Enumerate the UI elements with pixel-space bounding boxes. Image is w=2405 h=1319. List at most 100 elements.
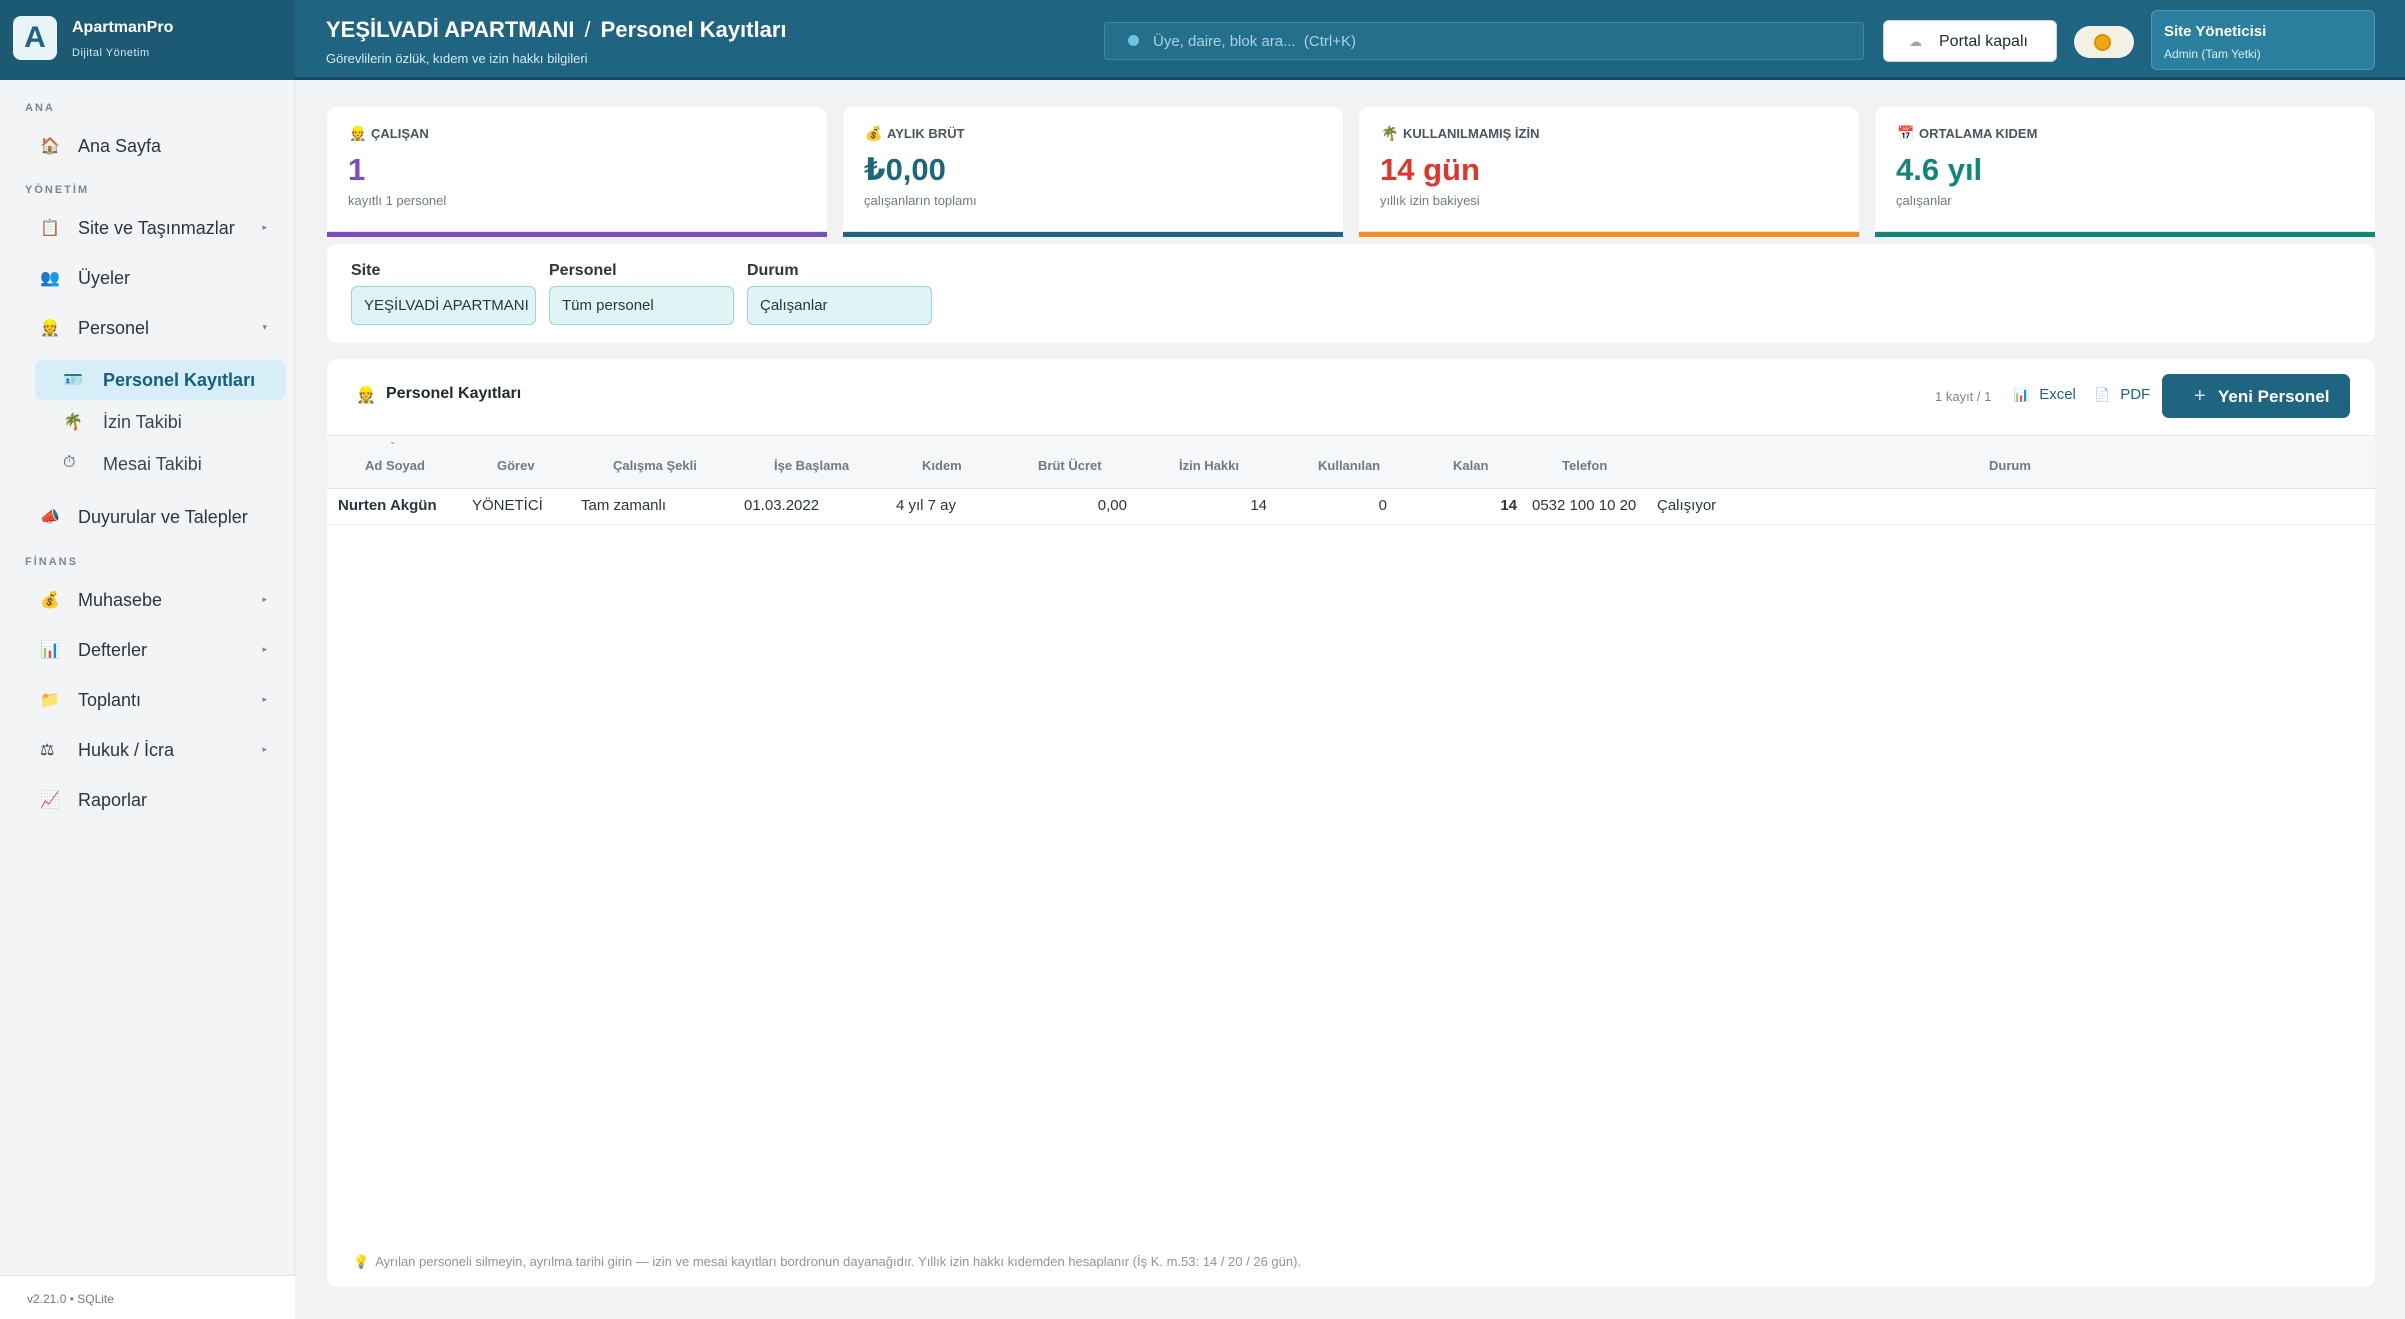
- kpi-value: 14 gün: [1380, 152, 1480, 187]
- portal-label: Portal kapalı: [1939, 33, 2028, 50]
- sort-icon[interactable]: ⌄: [389, 436, 397, 447]
- sidebar-item-ledgers[interactable]: 📊 Defterler ▸: [26, 631, 281, 669]
- kpi-card-monthly-gross: 💰 AYLIK BRÜT ₺0,00 çalışanların toplamı: [843, 107, 1343, 237]
- theme-toggle[interactable]: [2074, 26, 2134, 58]
- sidebar-item-label: Personel Kayıtları: [103, 370, 256, 390]
- brand[interactable]: A ApartmanPro Dijital Yönetim: [0, 0, 295, 80]
- sidebar-item-announcements[interactable]: 📣 Duyurular ve Talepler: [26, 498, 281, 536]
- stopwatch-icon: ⏱: [63, 454, 76, 471]
- column-header-start-date[interactable]: İşe Başlama: [774, 458, 849, 473]
- status-filter-select[interactable]: Çalışanlar: [747, 286, 932, 325]
- chevron-down-icon: ▾: [262, 322, 267, 332]
- cloud-icon: ☁: [1909, 34, 1922, 49]
- kpi-accent-bar: [327, 232, 827, 237]
- global-search[interactable]: [1104, 22, 1864, 60]
- section-label-yonetim: YÖNETİM: [25, 184, 90, 196]
- clipboard-icon: 📋: [40, 220, 60, 237]
- sidebar: ANA 🏠 Ana Sayfa YÖNETİM 📋 Site ve Taşınm…: [0, 80, 295, 1319]
- search-input[interactable]: [1153, 27, 1843, 55]
- column-header-remaining[interactable]: Kalan: [1453, 458, 1488, 473]
- megaphone-icon: 📣: [40, 509, 60, 526]
- sidebar-item-label: Toplantı: [78, 690, 142, 710]
- user-name: Site Yöneticisi: [2164, 23, 2267, 40]
- table-header: ⌄ Ad Soyad Görev Çalışma Şekli İşe Başla…: [327, 435, 2375, 489]
- site-filter-label: Site: [351, 262, 381, 279]
- sidebar-item-staff[interactable]: 👷 Personel ▾: [26, 309, 281, 347]
- sidebar-item-home[interactable]: 🏠 Ana Sayfa: [26, 127, 281, 165]
- column-header-gross-pay[interactable]: Brüt Ücret: [1038, 458, 1102, 473]
- cell-work-type: Tam zamanlı: [581, 497, 667, 514]
- sidebar-item-label: Defterler: [78, 640, 148, 660]
- sidebar-item-leave[interactable]: 🌴 İzin Takibi: [35, 402, 286, 442]
- worker-icon: 👷: [349, 125, 367, 141]
- column-header-seniority[interactable]: Kıdem: [922, 458, 962, 473]
- kpi-value: 4.6 yıl: [1896, 152, 1983, 187]
- palm-tree-icon: 🌴: [63, 414, 83, 431]
- brand-subtitle: Dijital Yönetim: [72, 47, 150, 59]
- column-header-name[interactable]: Ad Soyad: [365, 458, 425, 473]
- status-filter-label: Durum: [747, 262, 799, 279]
- sidebar-item-accounting[interactable]: 💰 Muhasebe ▸: [26, 581, 281, 619]
- sidebar-item-label: Üyeler: [78, 268, 131, 288]
- kpi-subtext: yıllık izin bakiyesi: [1380, 193, 1480, 208]
- sidebar-item-members[interactable]: 👥 Üyeler: [26, 259, 281, 297]
- footnote: 💡 Ayrılan personeli silmeyin, ayrılma tar…: [353, 1254, 1301, 1270]
- sidebar-item-legal[interactable]: ⚖ Hukuk / İcra ▸: [26, 731, 281, 769]
- section-label-ana: ANA: [25, 102, 55, 114]
- user-menu[interactable]: Site Yöneticisi Admin (Tam Yetki): [2151, 10, 2375, 70]
- sidebar-item-label: Personel: [78, 318, 150, 338]
- calendar-icon: 📅: [1897, 125, 1915, 141]
- pdf-export-button[interactable]: 📄 PDF: [2094, 386, 2150, 403]
- portal-toggle-button[interactable]: ☁ Portal kapalı: [1883, 20, 2057, 62]
- column-header-phone[interactable]: Telefon: [1562, 458, 1607, 473]
- page-subtitle: Görevlilerin özlük, kıdem ve izin hakkı …: [326, 51, 588, 66]
- column-header-used[interactable]: Kullanılan: [1318, 458, 1380, 473]
- sidebar-item-site[interactable]: 📋 Site ve Taşınmazlar ▸: [26, 209, 281, 247]
- kpi-value: ₺0,00: [864, 152, 946, 187]
- new-staff-button[interactable]: + Yeni Personel: [2162, 374, 2350, 418]
- home-icon: 🏠: [40, 138, 60, 155]
- kpi-value: 1: [348, 152, 366, 187]
- breadcrumb-site[interactable]: YEŞİLVADİ APARTMANI: [326, 17, 575, 42]
- breadcrumb-page: Personel Kayıtları: [600, 17, 787, 42]
- page-title: YEŞİLVADİ APARTMANI / Personel Kayıtları: [326, 17, 787, 43]
- sidebar-item-label: Mesai Takibi: [103, 454, 202, 474]
- site-filter-select[interactable]: YEŞİLVADİ APARTMANI: [351, 286, 536, 325]
- search-icon: [1128, 35, 1139, 46]
- table-row[interactable]: Nurten Akgün YÖNETİCİ Tam zamanlı 01.03.…: [327, 489, 2375, 525]
- version-info: v2.21.0 • SQLite: [0, 1275, 295, 1319]
- sidebar-item-label: Hukuk / İcra: [78, 740, 175, 760]
- excel-export-button[interactable]: 📊 Excel: [2013, 386, 2076, 403]
- sidebar-item-staff-records[interactable]: 🪪 Personel Kayıtları: [35, 360, 286, 400]
- users-icon: 👥: [40, 270, 60, 287]
- sidebar-item-reports[interactable]: 📈 Raporlar: [26, 781, 281, 819]
- kpi-label: AYLIK BRÜT: [887, 126, 965, 141]
- sidebar-item-meeting[interactable]: 📁 Toplantı ▸: [26, 681, 281, 719]
- breadcrumb-separator: /: [584, 17, 591, 42]
- bar-chart-icon: 📊: [40, 642, 60, 659]
- kpi-subtext: çalışanların toplamı: [864, 193, 977, 208]
- column-header-leave-right[interactable]: İzin Hakkı: [1179, 458, 1239, 473]
- staff-filter-label: Personel: [549, 262, 617, 279]
- column-header-role[interactable]: Görev: [497, 458, 535, 473]
- records-panel: 👷 Personel Kayıtları 1 kayıt / 1 📊 Excel …: [327, 359, 2375, 1287]
- cell-name: Nurten Akgün: [338, 497, 437, 514]
- sidebar-item-label: Site ve Taşınmazlar: [78, 218, 235, 238]
- palm-tree-icon: 🌴: [1381, 125, 1399, 141]
- kpi-label: ORTALAMA KIDEM: [1919, 126, 2038, 141]
- chevron-right-icon: ▸: [262, 222, 267, 232]
- kpi-subtext: çalışanlar: [1896, 193, 1952, 208]
- excel-label: Excel: [2039, 386, 2076, 403]
- kpi-accent-bar: [843, 232, 1343, 237]
- records-title: Personel Kayıtları: [386, 385, 522, 402]
- chevron-right-icon: ▸: [262, 744, 267, 754]
- sidebar-item-label: Duyurular ve Talepler: [78, 507, 248, 527]
- footnote-text: Ayrılan personeli silmeyin, ayrılma tari…: [375, 1254, 1302, 1269]
- staff-filter-select[interactable]: Tüm personel: [549, 286, 734, 325]
- column-header-status[interactable]: Durum: [1989, 458, 2031, 473]
- sidebar-item-label: Ana Sayfa: [78, 136, 162, 156]
- sun-icon: [2094, 34, 2111, 51]
- sidebar-item-overtime[interactable]: ⏱ Mesai Takibi: [35, 444, 286, 484]
- column-header-work-type[interactable]: Çalışma Şekli: [613, 458, 697, 473]
- cell-phone: 0532 100 10 20: [1532, 497, 1637, 514]
